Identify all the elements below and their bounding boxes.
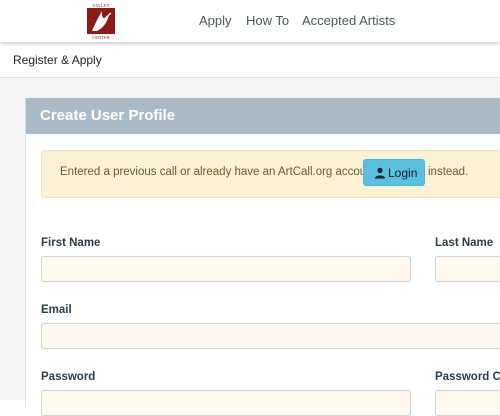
first-name-label: First Name — [41, 237, 101, 249]
last-name-label: Last Name — [435, 237, 494, 249]
password-label: Password — [41, 371, 96, 383]
nav-apply-link[interactable]: Apply — [199, 13, 232, 28]
svg-text:CENTER: CENTER — [92, 35, 110, 40]
create-profile-panel: Create User Profile Entered a previous c… — [25, 98, 500, 416]
breadcrumb-bar: Register & Apply — [0, 42, 500, 78]
notice-text: Entered a previous call or already have … — [60, 166, 383, 178]
main-content: Create User Profile Entered a previous c… — [0, 78, 500, 416]
login-button[interactable]: Login — [363, 159, 425, 186]
top-navbar: VALLEY CENTER Apply How To Accepted Arti… — [0, 0, 500, 42]
user-icon — [374, 167, 386, 179]
panel-title: Create User Profile — [40, 107, 176, 124]
login-notice: Entered a previous call or already have … — [41, 150, 500, 198]
password-field[interactable] — [41, 390, 411, 416]
password-confirm-label: Password Co — [435, 371, 500, 383]
nav-accepted-artists-link[interactable]: Accepted Artists — [302, 13, 395, 28]
breadcrumb[interactable]: Register & Apply — [13, 53, 102, 67]
first-name-field[interactable] — [41, 256, 411, 282]
email-label: Email — [41, 304, 72, 316]
last-name-field[interactable] — [435, 256, 500, 282]
email-field[interactable] — [41, 323, 500, 349]
nav-how-to-link[interactable]: How To — [246, 13, 289, 28]
panel-header: Create User Profile — [26, 98, 500, 134]
login-button-label: Login — [388, 166, 418, 180]
notice-suffix: instead. — [428, 166, 469, 178]
svg-text:VALLEY: VALLEY — [92, 3, 110, 8]
password-confirm-field[interactable] — [435, 390, 500, 416]
valley-center-logo[interactable]: VALLEY CENTER — [83, 2, 119, 40]
